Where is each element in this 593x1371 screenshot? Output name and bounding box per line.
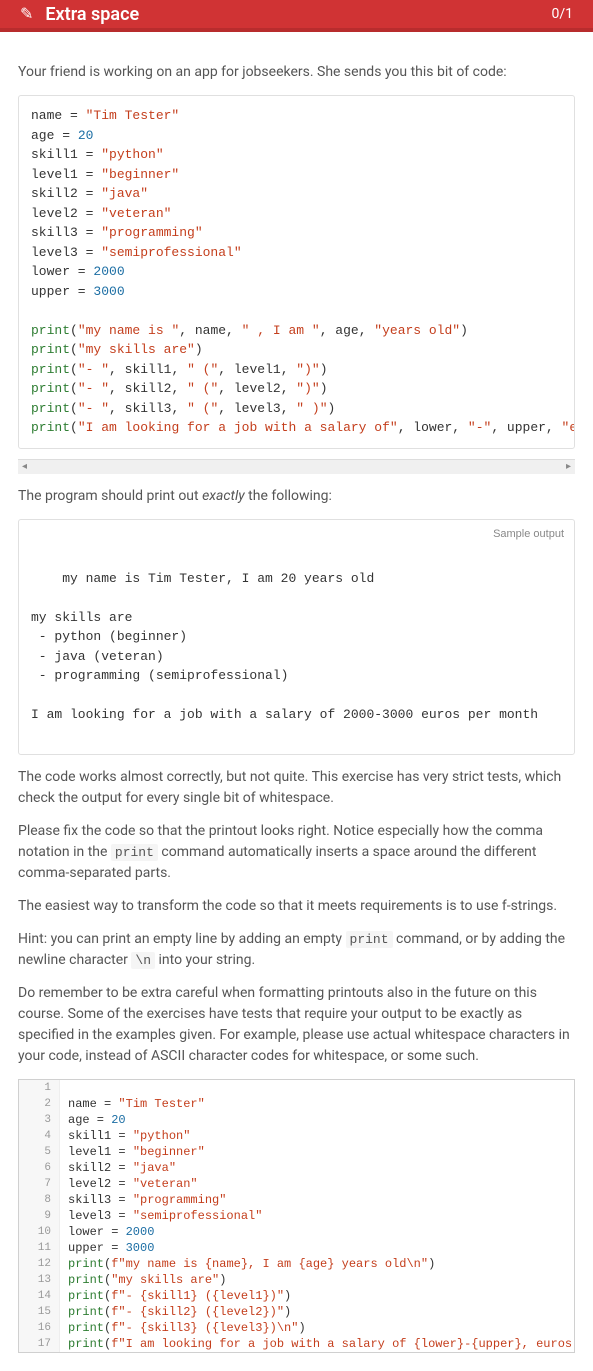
- editor-line[interactable]: 2name = "Tim Tester": [19, 1096, 574, 1112]
- editor-line[interactable]: 12print(f"my name is {name}, I am {age} …: [19, 1256, 574, 1272]
- editor-line[interactable]: 7level2 = "veteran": [19, 1176, 574, 1192]
- line-number: 9: [19, 1208, 60, 1224]
- line-number: 3: [19, 1112, 60, 1128]
- paragraph-fstrings: The easiest way to transform the code so…: [18, 896, 575, 917]
- exercise-title: Extra space: [45, 1, 551, 28]
- line-number: 15: [19, 1304, 60, 1320]
- line-number: 2: [19, 1096, 60, 1112]
- editor-line[interactable]: 5level1 = "beginner": [19, 1144, 574, 1160]
- line-number: 11: [19, 1240, 60, 1256]
- line-number: 17: [19, 1336, 60, 1352]
- sample-output-label: Sample output: [493, 526, 564, 543]
- sample-output-block: Sample output my name is Tim Tester, I a…: [18, 519, 575, 756]
- exercise-header: ✎ Extra space 0/1: [0, 0, 593, 32]
- line-number: 1: [19, 1080, 60, 1096]
- line-number: 7: [19, 1176, 60, 1192]
- scrollbar[interactable]: ◂▸: [18, 459, 575, 474]
- editor-line[interactable]: 9level3 = "semiprofessional": [19, 1208, 574, 1224]
- editor-line[interactable]: 4skill1 = "python": [19, 1128, 574, 1144]
- editor-line[interactable]: 13print("my skills are"): [19, 1272, 574, 1288]
- line-number: 12: [19, 1256, 60, 1272]
- paragraph-careful: Do remember to be extra careful when for…: [18, 983, 575, 1067]
- line-number: 8: [19, 1192, 60, 1208]
- paragraph-strict-tests: The code works almost correctly, but not…: [18, 767, 575, 809]
- editor-line[interactable]: 1: [19, 1080, 574, 1096]
- editor-line[interactable]: 10lower = 2000: [19, 1224, 574, 1240]
- editor-line[interactable]: 17print(f"I am looking for a job with a …: [19, 1336, 574, 1352]
- exercise-score: 0/1: [551, 4, 573, 25]
- intro-text: Your friend is working on an app for job…: [18, 62, 575, 83]
- editor-line[interactable]: 6skill2 = "java": [19, 1160, 574, 1176]
- line-number: 6: [19, 1160, 60, 1176]
- given-code-block: name = "Tim Tester" age = 20 skill1 = "p…: [18, 95, 575, 449]
- pencil-icon: ✎: [20, 2, 33, 26]
- line-number: 16: [19, 1320, 60, 1336]
- sample-output-text: my name is Tim Tester, I am 20 years old…: [31, 571, 538, 723]
- editor-line[interactable]: 15print(f"- {skill2} ({level2})"): [19, 1304, 574, 1320]
- code-editor[interactable]: 12name = "Tim Tester"3age = 204skill1 = …: [18, 1079, 575, 1353]
- line-number: 10: [19, 1224, 60, 1240]
- editor-line[interactable]: 11upper = 3000: [19, 1240, 574, 1256]
- editor-line[interactable]: 16print(f"- {skill3} ({level3})\n"): [19, 1320, 574, 1336]
- line-number: 4: [19, 1128, 60, 1144]
- line-number: 13: [19, 1272, 60, 1288]
- exercise-body: Your friend is working on an app for job…: [0, 32, 593, 1371]
- expected-output-intro: The program should print out exactly the…: [18, 486, 575, 507]
- editor-line[interactable]: 3age = 20: [19, 1112, 574, 1128]
- editor-line[interactable]: 8skill3 = "programming": [19, 1192, 574, 1208]
- paragraph-comma-notation: Please fix the code so that the printout…: [18, 821, 575, 884]
- paragraph-hint: Hint: you can print an empty line by add…: [18, 929, 575, 971]
- line-number: 5: [19, 1144, 60, 1160]
